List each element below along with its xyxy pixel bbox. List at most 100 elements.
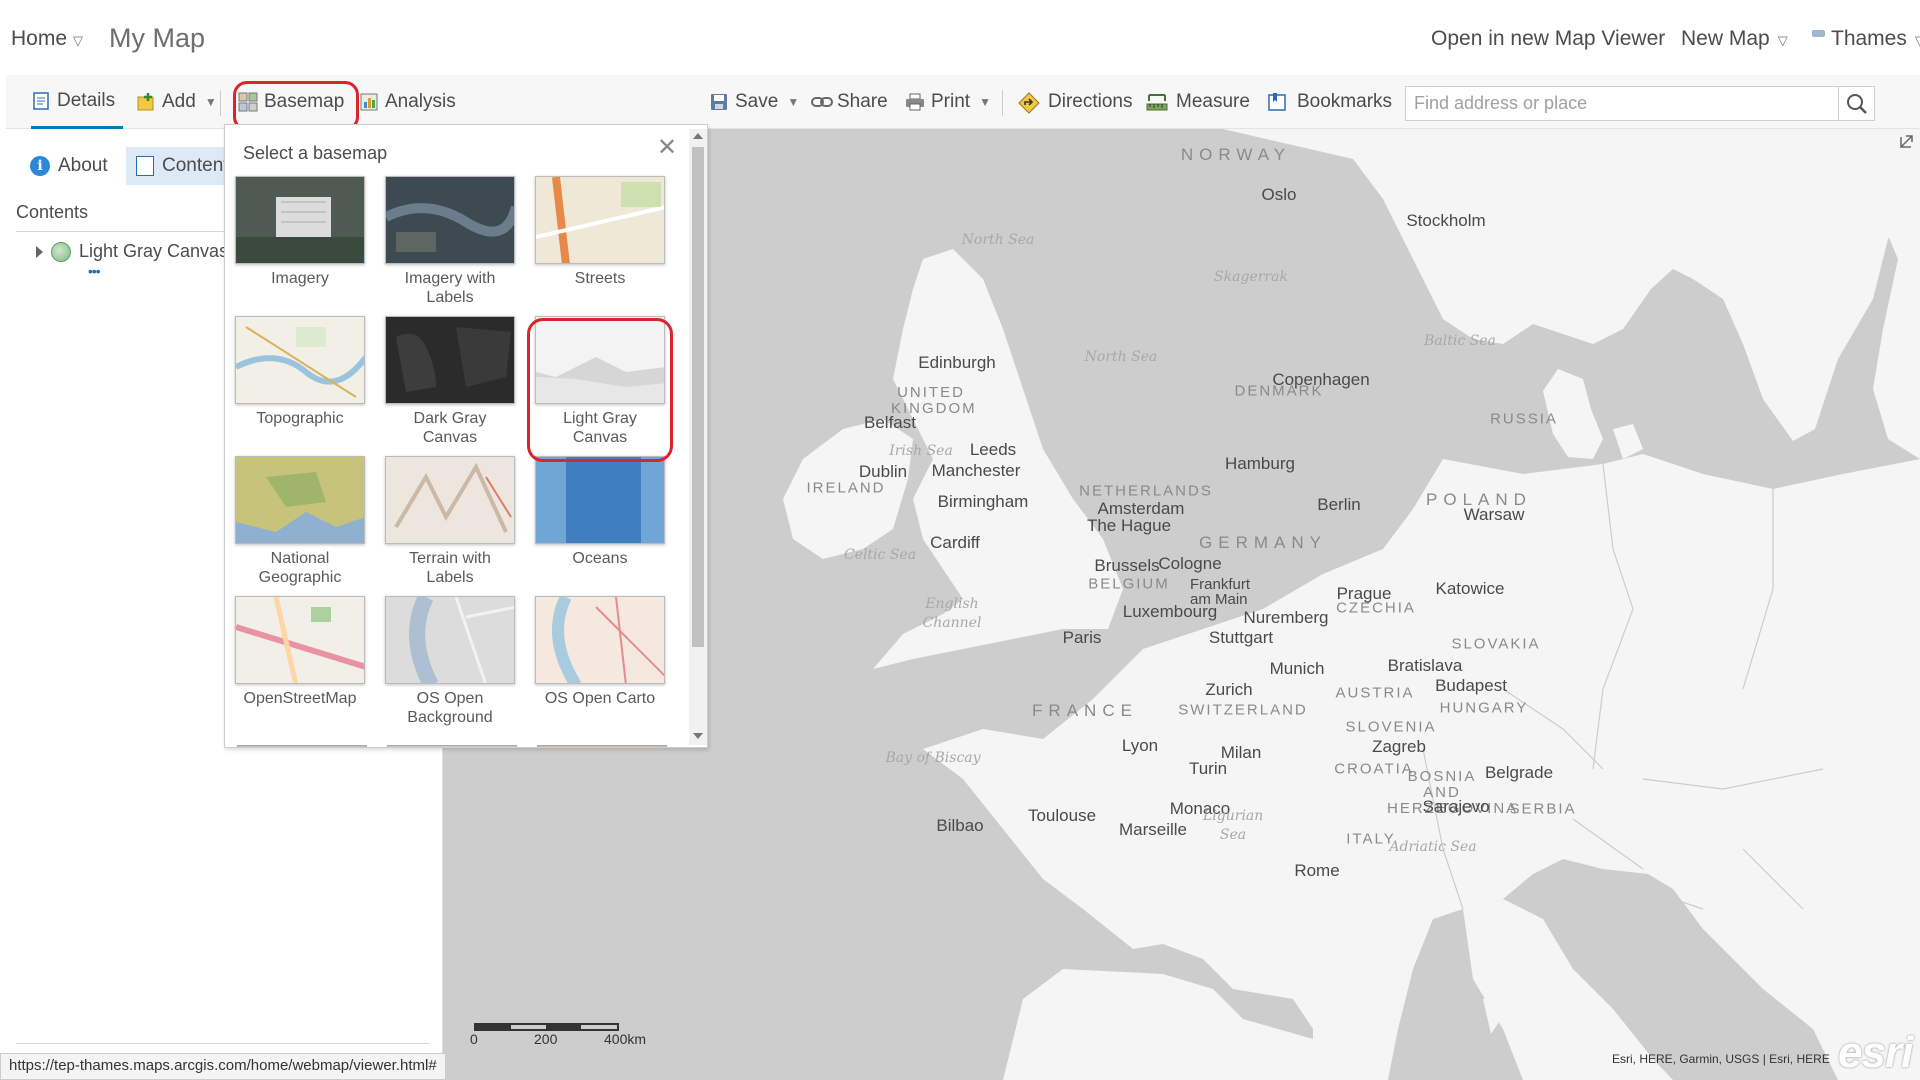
add-label: Add bbox=[162, 91, 196, 112]
fullscreen-icon[interactable] bbox=[1898, 132, 1916, 150]
country-label: IRELAND bbox=[806, 479, 886, 497]
city-label: Copenhagen bbox=[1272, 370, 1370, 389]
city-label: Paris bbox=[1062, 628, 1102, 647]
basemap-thumbnail bbox=[535, 316, 665, 404]
toolbar-divider bbox=[220, 90, 221, 116]
basemap-tile-os-background[interactable]: OS Open Background bbox=[385, 596, 515, 727]
map-attribution[interactable]: Esri, HERE, Garmin, USGS | Esri, HERE bbox=[1612, 1052, 1830, 1066]
measure-button[interactable]: Measure bbox=[1146, 75, 1250, 129]
basemap-tile-label: National Geographic bbox=[258, 550, 342, 586]
sea-label: Baltic Sea bbox=[1424, 333, 1496, 349]
basemap-tile-dark-gray[interactable]: Dark Gray Canvas bbox=[385, 316, 515, 447]
scrollbar-thumb[interactable] bbox=[692, 147, 704, 647]
bookmarks-label: Bookmarks bbox=[1297, 91, 1393, 112]
basemap-tile-light-gray[interactable]: Light Gray Canvas bbox=[535, 316, 665, 447]
city-label: Brussels bbox=[1094, 556, 1160, 575]
scale-label: 200 bbox=[534, 1031, 558, 1047]
basemap-tile-label: Oceans bbox=[572, 550, 628, 567]
chevron-down-icon: ▽ bbox=[73, 33, 84, 48]
city-label: Bilbao bbox=[936, 816, 984, 835]
basemap-tile-label: OpenStreetMap bbox=[243, 690, 357, 707]
basemap-tile-partial[interactable] bbox=[537, 745, 667, 747]
basemap-thumbnail-image bbox=[386, 177, 514, 263]
basemap-tile-osm[interactable]: OpenStreetMap bbox=[235, 596, 365, 708]
scroll-up-arrow-icon[interactable] bbox=[693, 133, 703, 139]
basemap-tile-partial[interactable] bbox=[237, 745, 367, 747]
info-icon: i bbox=[30, 156, 50, 176]
directions-button[interactable]: Directions bbox=[1018, 75, 1132, 129]
basemap-thumbnail bbox=[535, 176, 665, 264]
tab-content-label: Content bbox=[162, 155, 229, 176]
save-button[interactable]: Save ▼ bbox=[709, 75, 799, 129]
search-icon bbox=[1847, 94, 1867, 114]
chevron-down-icon: ▼ bbox=[979, 95, 991, 109]
city-label: Dublin bbox=[858, 462, 908, 481]
gallery-scrollbar[interactable] bbox=[689, 129, 707, 745]
gallery-heading: Select a basemap bbox=[243, 143, 388, 163]
basemap-tile-streets[interactable]: Streets bbox=[535, 176, 665, 288]
city-label: Belgrade bbox=[1484, 763, 1554, 782]
basemap-thumbnail bbox=[385, 176, 515, 264]
layer-item[interactable]: Light Gray Canvas bbox=[36, 241, 228, 262]
city-label: Manchester bbox=[931, 461, 1021, 480]
basemap-tile-partial[interactable] bbox=[387, 745, 517, 747]
basemap-button[interactable]: Basemap bbox=[238, 75, 344, 129]
basemap-tile-imagery-labels[interactable]: Imagery with Labels bbox=[385, 176, 515, 307]
directions-label: Directions bbox=[1048, 91, 1133, 112]
basemap-thumbnail-image bbox=[236, 457, 364, 543]
chevron-down-icon: ▼ bbox=[204, 95, 217, 109]
top-header: Home ▽ My Map Open in new Map Viewer New … bbox=[0, 0, 1920, 75]
new-map-menu[interactable]: New Map ▽ bbox=[1681, 27, 1788, 51]
country-label: SLOVENIA bbox=[1345, 718, 1437, 736]
bookmarks-button[interactable]: Bookmarks bbox=[1267, 75, 1392, 129]
basemap-tile-oceans[interactable]: Oceans bbox=[535, 456, 665, 568]
search-input[interactable] bbox=[1406, 87, 1836, 120]
expand-triangle-icon[interactable] bbox=[36, 245, 43, 258]
basemap-thumbnail-image bbox=[386, 317, 514, 403]
basemap-tile-imagery[interactable]: Imagery bbox=[235, 176, 365, 288]
sea-label: Ligurian Sea bbox=[1203, 807, 1263, 845]
basemap-thumbnail bbox=[385, 596, 515, 684]
city-label: Marseille bbox=[1118, 820, 1188, 839]
search-button[interactable] bbox=[1838, 87, 1874, 120]
city-label: Berlin bbox=[1317, 495, 1361, 514]
print-button[interactable]: Print ▼ bbox=[905, 75, 991, 129]
basemap-thumbnail-image bbox=[536, 457, 664, 543]
measure-ruler-icon bbox=[1146, 92, 1168, 112]
basemap-thumbnail bbox=[385, 456, 515, 544]
basemap-tile-terrain[interactable]: Terrain with Labels bbox=[385, 456, 515, 587]
open-new-map-viewer-link[interactable]: Open in new Map Viewer bbox=[1431, 27, 1665, 51]
share-link-icon bbox=[811, 92, 833, 112]
city-label: Prague bbox=[1336, 584, 1392, 603]
basemap-grid-icon bbox=[238, 92, 258, 112]
basemap-thumbnail bbox=[235, 176, 365, 264]
basemap-tile-topographic[interactable]: Topographic bbox=[235, 316, 365, 428]
tab-about[interactable]: i About bbox=[20, 147, 118, 185]
basemap-thumbnail bbox=[535, 596, 665, 684]
basemap-tile-label: Topographic bbox=[256, 410, 344, 427]
tab-content[interactable]: Content bbox=[126, 147, 230, 185]
share-button[interactable]: Share bbox=[811, 75, 888, 129]
add-button[interactable]: Add ▼ bbox=[136, 75, 217, 129]
basemap-tile-label: Imagery bbox=[271, 270, 329, 287]
country-label: RUSSIA bbox=[1490, 410, 1558, 428]
city-label: Leeds bbox=[969, 440, 1017, 459]
basemap-thumbnail-image bbox=[536, 317, 664, 403]
user-menu[interactable]: Thames ▽ bbox=[1812, 27, 1920, 51]
home-label: Home bbox=[11, 27, 68, 50]
sea-label: North Sea bbox=[1084, 349, 1158, 365]
esri-logo[interactable]: esri bbox=[1838, 1028, 1913, 1078]
details-button[interactable]: Details bbox=[31, 75, 124, 129]
basemap-tile-label: Dark Gray Canvas bbox=[413, 410, 487, 446]
country-label: GERMANY bbox=[1199, 533, 1327, 552]
home-menu[interactable]: Home ▽ bbox=[11, 27, 83, 51]
close-icon[interactable]: ✕ bbox=[657, 133, 677, 162]
scroll-down-arrow-icon[interactable] bbox=[693, 733, 703, 739]
layer-options-icon[interactable]: ••• bbox=[88, 263, 101, 279]
basemap-tile-natgeo[interactable]: National Geographic bbox=[235, 456, 365, 587]
analysis-button[interactable]: Analysis bbox=[359, 75, 456, 129]
city-label: Lyon bbox=[1121, 736, 1159, 755]
measure-label: Measure bbox=[1176, 91, 1250, 112]
basemap-tile-os-carto[interactable]: OS Open Carto bbox=[535, 596, 665, 708]
printer-icon bbox=[905, 92, 925, 112]
